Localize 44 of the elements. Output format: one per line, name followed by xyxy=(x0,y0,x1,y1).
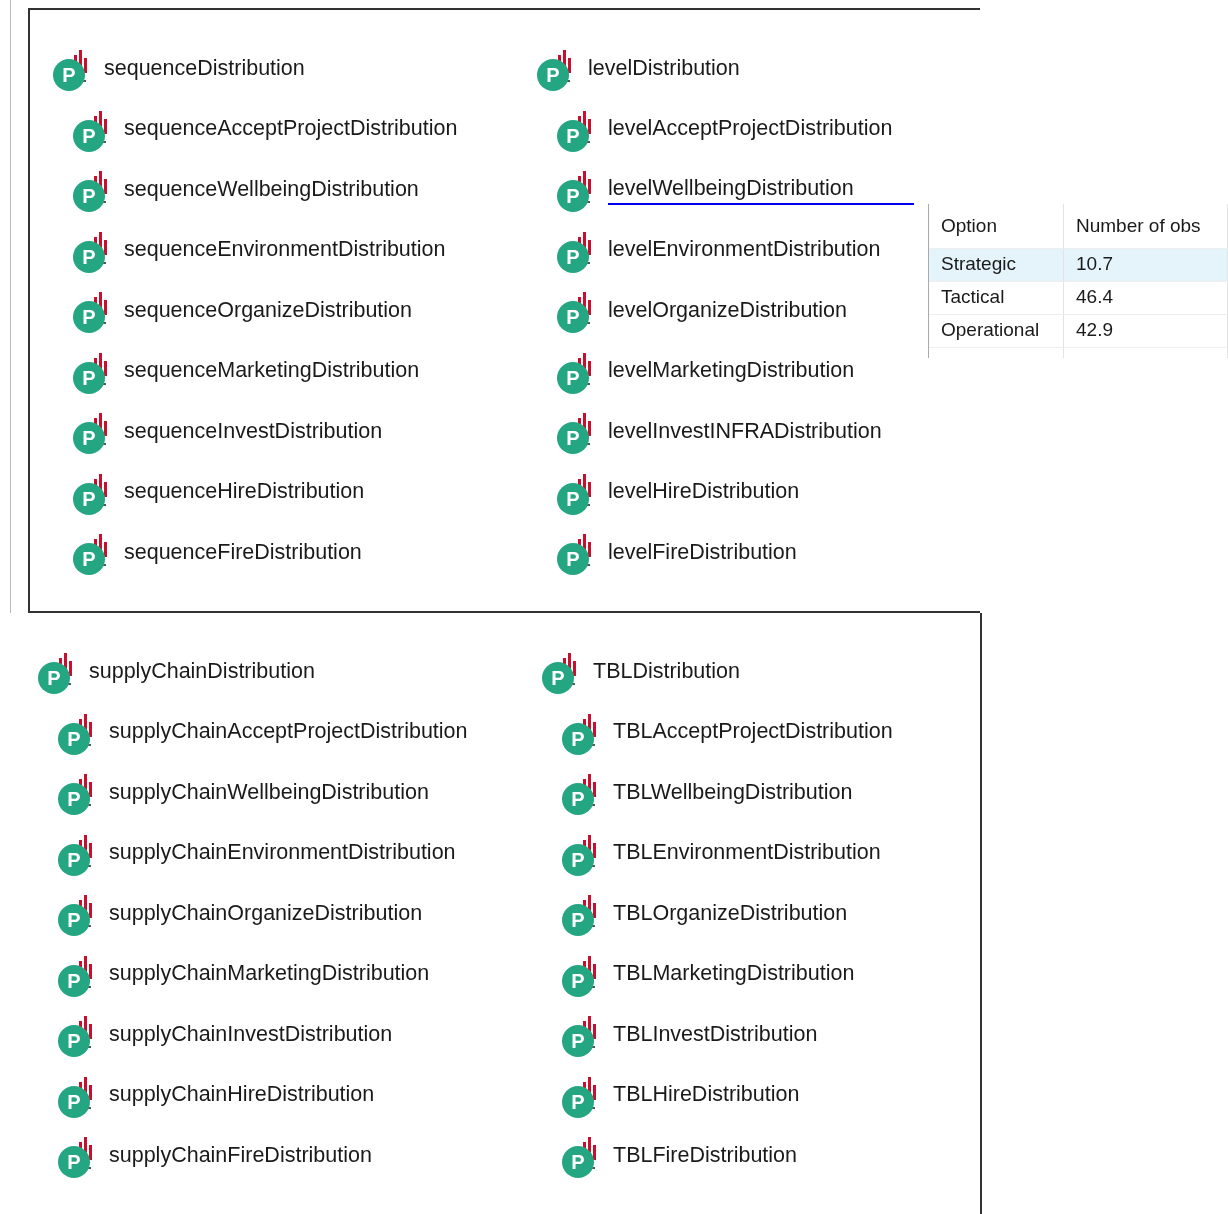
table-cell: 42.9 xyxy=(1063,314,1228,347)
distribution-label[interactable]: sequenceHireDistribution xyxy=(124,481,365,507)
distribution-label[interactable]: supplyChainDistribution xyxy=(89,660,315,686)
distribution-label[interactable]: TBLWellbeingDistribution xyxy=(613,781,853,807)
distribution-label[interactable]: sequenceAcceptProjectDistribution xyxy=(124,118,458,144)
distribution-label[interactable]: levelOrganizeDistribution xyxy=(608,299,847,325)
distribution-label[interactable]: levelInvestINFRADistribution xyxy=(608,420,882,446)
table-cell: 10.7 xyxy=(1063,248,1228,281)
distribution-label[interactable]: TBLHireDistribution xyxy=(613,1084,800,1110)
column-header: Option xyxy=(929,204,1064,248)
distribution-label[interactable]: levelMarketingDistribution xyxy=(608,360,855,386)
distribution-label[interactable]: sequenceInvestDistribution xyxy=(124,420,383,446)
distribution-label[interactable]: TBLDistribution xyxy=(593,660,740,686)
distribution-label[interactable]: levelAcceptProjectDistribution xyxy=(608,118,893,144)
distribution-label[interactable]: supplyChainInvestDistribution xyxy=(109,1023,393,1049)
distribution-label[interactable]: levelWellbeingDistribution xyxy=(608,177,914,205)
table-cell: Strategic xyxy=(929,248,1064,281)
distribution-label[interactable]: levelHireDistribution xyxy=(608,481,800,507)
distribution-label[interactable]: TBLMarketingDistribution xyxy=(613,963,855,989)
distribution-label[interactable]: supplyChainEnvironmentDistribution xyxy=(109,842,456,868)
distribution-label[interactable]: TBLFireDistribution xyxy=(613,1144,797,1170)
distribution-label[interactable]: supplyChainWellbeingDistribution xyxy=(109,781,429,807)
distribution-label[interactable]: supplyChainMarketingDistribution xyxy=(109,963,430,989)
distribution-label[interactable]: supplyChainFireDistribution xyxy=(109,1144,372,1170)
distribution-label[interactable]: supplyChainAcceptProjectDistribution xyxy=(109,721,468,747)
table-cell: 46.4 xyxy=(1063,281,1228,314)
table-cell: Operational xyxy=(929,314,1064,347)
distribution-label[interactable]: TBLAcceptProjectDistribution xyxy=(613,721,893,747)
distribution-label[interactable]: sequenceFireDistribution xyxy=(124,541,362,567)
distribution-label[interactable]: sequenceWellbeingDistribution xyxy=(124,178,419,204)
distribution-label[interactable]: sequenceMarketingDistribution xyxy=(124,360,420,386)
column-header: Number of obs xyxy=(1063,204,1228,248)
distribution-label[interactable]: sequenceDistribution xyxy=(104,57,305,83)
distribution-label[interactable]: levelFireDistribution xyxy=(608,541,797,567)
distribution-label[interactable]: TBLEnvironmentDistribution xyxy=(613,842,881,868)
distribution-label[interactable]: sequenceEnvironmentDistribution xyxy=(124,239,446,265)
distribution-label[interactable]: sequenceOrganizeDistribution xyxy=(124,299,413,325)
distribution-label[interactable]: levelDistribution xyxy=(588,57,740,83)
distribution-label[interactable]: TBLInvestDistribution xyxy=(613,1023,818,1049)
distribution-label[interactable]: levelEnvironmentDistribution xyxy=(608,239,881,265)
table-cell: Tactical xyxy=(929,281,1064,314)
distribution-label[interactable]: supplyChainOrganizeDistribution xyxy=(109,902,423,928)
distribution-label[interactable]: TBLOrganizeDistribution xyxy=(613,902,848,928)
distribution-label[interactable]: supplyChainHireDistribution xyxy=(109,1084,375,1110)
